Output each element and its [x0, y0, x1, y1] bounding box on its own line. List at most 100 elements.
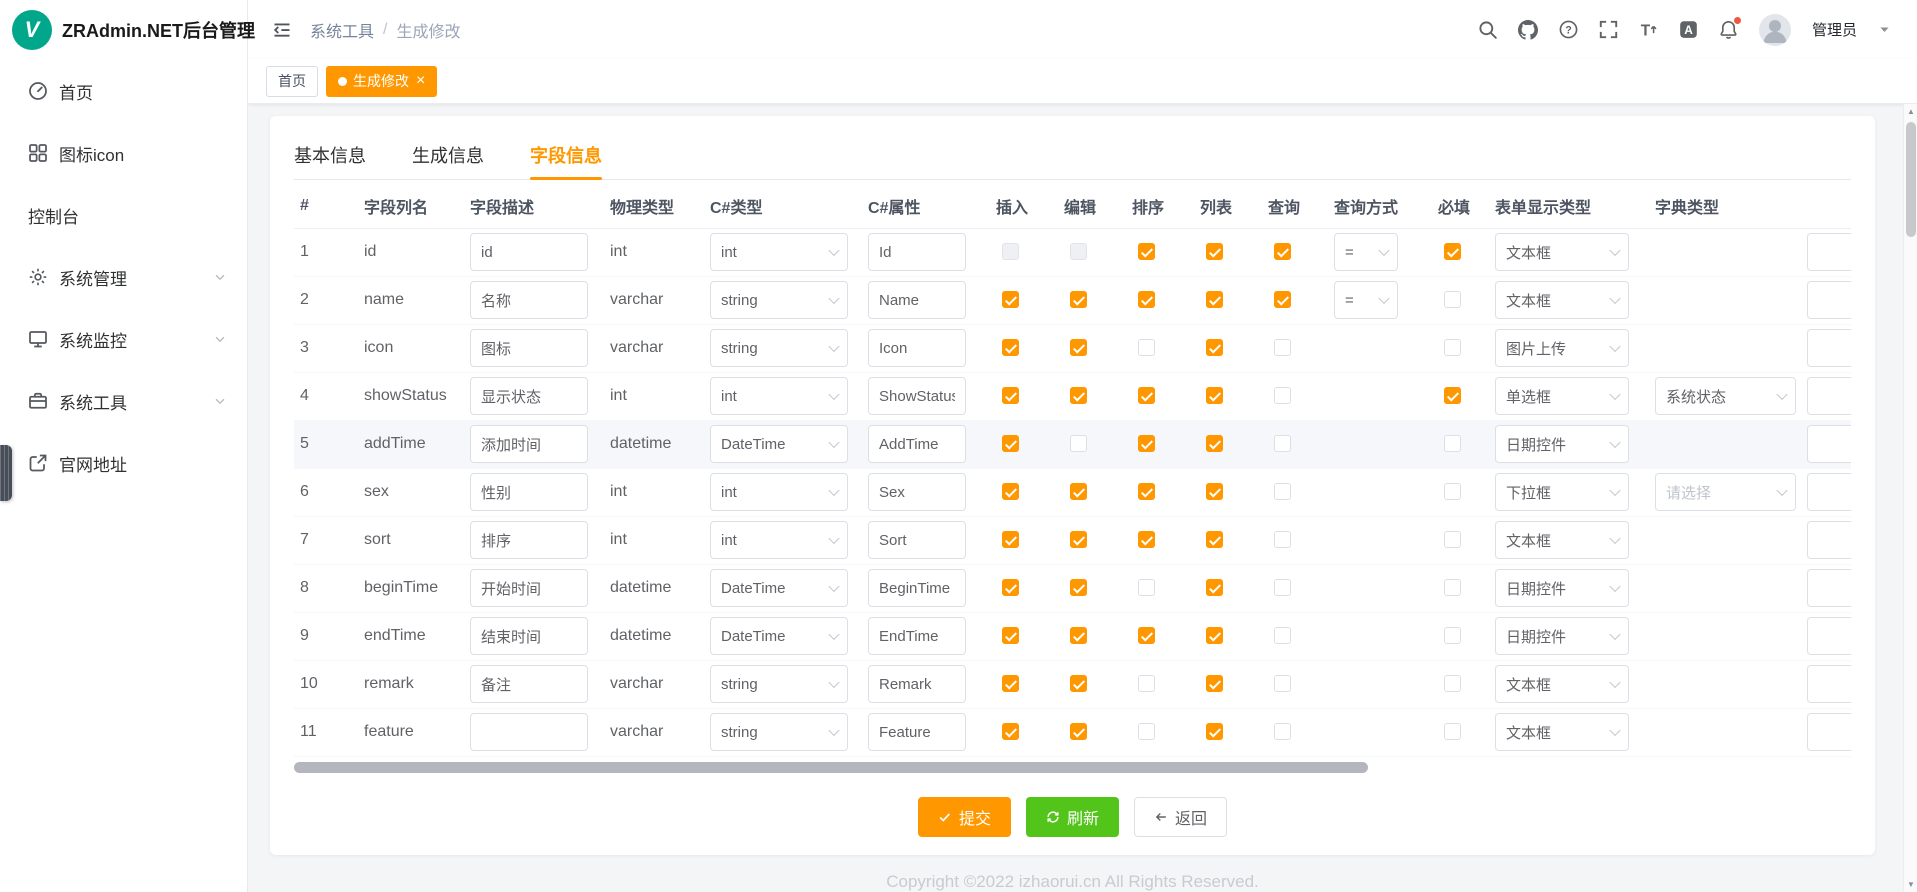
checkbox-required[interactable]	[1444, 675, 1461, 692]
cs-type-select[interactable]: string	[710, 665, 848, 703]
sidebar-item-home[interactable]: 首页	[0, 60, 247, 122]
cs-prop-input[interactable]	[868, 425, 966, 463]
checkbox-query[interactable]	[1274, 483, 1291, 500]
vertical-scrollbar[interactable]	[1903, 104, 1917, 892]
field-desc-input[interactable]	[470, 569, 588, 607]
cs-prop-input[interactable]	[868, 665, 966, 703]
sidebar-item-icons[interactable]: 图标icon	[0, 122, 247, 184]
display-type-select[interactable]: 文本框	[1495, 281, 1629, 319]
cs-prop-input[interactable]	[868, 233, 966, 271]
checkbox-query[interactable]	[1274, 387, 1291, 404]
horizontal-scrollbar-thumb[interactable]	[294, 762, 1368, 773]
checkbox-edit[interactable]	[1070, 483, 1087, 500]
checkbox-list[interactable]	[1206, 291, 1223, 308]
checkbox-list[interactable]	[1206, 723, 1223, 740]
checkbox-query[interactable]	[1274, 531, 1291, 548]
tag-active-page[interactable]: 生成修改	[326, 66, 437, 97]
checkbox-edit[interactable]	[1070, 531, 1087, 548]
checkbox-query[interactable]	[1274, 675, 1291, 692]
extra-input[interactable]	[1807, 329, 1851, 367]
user-name[interactable]: 管理员	[1812, 19, 1857, 40]
cs-prop-input[interactable]	[868, 713, 966, 751]
help-icon[interactable]: ?	[1559, 20, 1578, 39]
breadcrumb-item[interactable]: 系统工具	[310, 18, 374, 42]
cs-prop-input[interactable]	[868, 617, 966, 655]
language-icon[interactable]: A	[1679, 20, 1698, 39]
cs-type-select[interactable]: int	[710, 521, 848, 559]
checkbox-query[interactable]	[1274, 435, 1291, 452]
checkbox-edit[interactable]	[1070, 579, 1087, 596]
checkbox-required[interactable]	[1444, 723, 1461, 740]
checkbox-insert[interactable]	[1002, 723, 1019, 740]
checkbox-insert[interactable]	[1002, 291, 1019, 308]
dict-type-select[interactable]: 系统状态	[1655, 377, 1796, 415]
field-desc-input[interactable]	[470, 713, 588, 751]
checkbox-edit[interactable]	[1070, 387, 1087, 404]
checkbox-query[interactable]	[1274, 339, 1291, 356]
checkbox-sort[interactable]	[1138, 339, 1155, 356]
cs-type-select[interactable]: int	[710, 233, 848, 271]
cs-type-select[interactable]: DateTime	[710, 617, 848, 655]
extra-input[interactable]	[1807, 473, 1851, 511]
sidebar-item-system-monitor[interactable]: 系统监控	[0, 308, 247, 370]
checkbox-insert[interactable]	[1002, 243, 1019, 260]
checkbox-insert[interactable]	[1002, 483, 1019, 500]
checkbox-list[interactable]	[1206, 339, 1223, 356]
checkbox-sort[interactable]	[1138, 483, 1155, 500]
display-type-select[interactable]: 文本框	[1495, 665, 1629, 703]
checkbox-insert[interactable]	[1002, 675, 1019, 692]
checkbox-sort[interactable]	[1138, 675, 1155, 692]
font-size-icon[interactable]: T	[1639, 20, 1658, 39]
checkbox-sort[interactable]	[1138, 387, 1155, 404]
checkbox-required[interactable]	[1444, 387, 1461, 404]
display-type-select[interactable]: 图片上传	[1495, 329, 1629, 367]
sidebar-item-system-tools[interactable]: 系统工具	[0, 370, 247, 432]
checkbox-edit[interactable]	[1070, 339, 1087, 356]
checkbox-edit[interactable]	[1070, 291, 1087, 308]
checkbox-list[interactable]	[1206, 483, 1223, 500]
checkbox-sort[interactable]	[1138, 723, 1155, 740]
checkbox-required[interactable]	[1444, 435, 1461, 452]
checkbox-insert[interactable]	[1002, 627, 1019, 644]
checkbox-list[interactable]	[1206, 435, 1223, 452]
fullscreen-icon[interactable]	[1599, 20, 1618, 39]
sidebar-item-system-mgmt[interactable]: 系统管理	[0, 246, 247, 308]
checkbox-sort[interactable]	[1138, 531, 1155, 548]
checkbox-edit[interactable]	[1070, 627, 1087, 644]
field-desc-input[interactable]	[470, 425, 588, 463]
cs-type-select[interactable]: string	[710, 713, 848, 751]
checkbox-list[interactable]	[1206, 627, 1223, 644]
checkbox-sort[interactable]	[1138, 291, 1155, 308]
checkbox-insert[interactable]	[1002, 339, 1019, 356]
checkbox-insert[interactable]	[1002, 387, 1019, 404]
scroll-down-icon[interactable]	[1904, 880, 1917, 889]
checkbox-query[interactable]	[1274, 243, 1291, 260]
query-type-select[interactable]: =	[1334, 233, 1398, 271]
display-type-select[interactable]: 下拉框	[1495, 473, 1629, 511]
display-type-select[interactable]: 日期控件	[1495, 425, 1629, 463]
display-type-select[interactable]: 单选框	[1495, 377, 1629, 415]
query-type-select[interactable]: =	[1334, 281, 1398, 319]
checkbox-required[interactable]	[1444, 627, 1461, 644]
dict-type-select[interactable]: 请选择	[1655, 473, 1796, 511]
vertical-scrollbar-thumb[interactable]	[1906, 122, 1916, 237]
cs-prop-input[interactable]	[868, 329, 966, 367]
cs-type-select[interactable]: int	[710, 377, 848, 415]
close-icon[interactable]	[416, 73, 425, 89]
checkbox-edit[interactable]	[1070, 675, 1087, 692]
extra-input[interactable]	[1807, 713, 1851, 751]
field-desc-input[interactable]	[470, 377, 588, 415]
refresh-button[interactable]: 刷新	[1026, 797, 1119, 837]
cs-prop-input[interactable]	[868, 473, 966, 511]
cs-type-select[interactable]: DateTime	[710, 569, 848, 607]
display-type-select[interactable]: 文本框	[1495, 713, 1629, 751]
field-desc-input[interactable]	[470, 521, 588, 559]
extra-input[interactable]	[1807, 521, 1851, 559]
checkbox-insert[interactable]	[1002, 579, 1019, 596]
display-type-select[interactable]: 文本框	[1495, 233, 1629, 271]
github-icon[interactable]	[1518, 20, 1538, 40]
display-type-select[interactable]: 日期控件	[1495, 569, 1629, 607]
checkbox-required[interactable]	[1444, 483, 1461, 500]
field-desc-input[interactable]	[470, 281, 588, 319]
tag-home[interactable]: 首页	[266, 66, 318, 97]
